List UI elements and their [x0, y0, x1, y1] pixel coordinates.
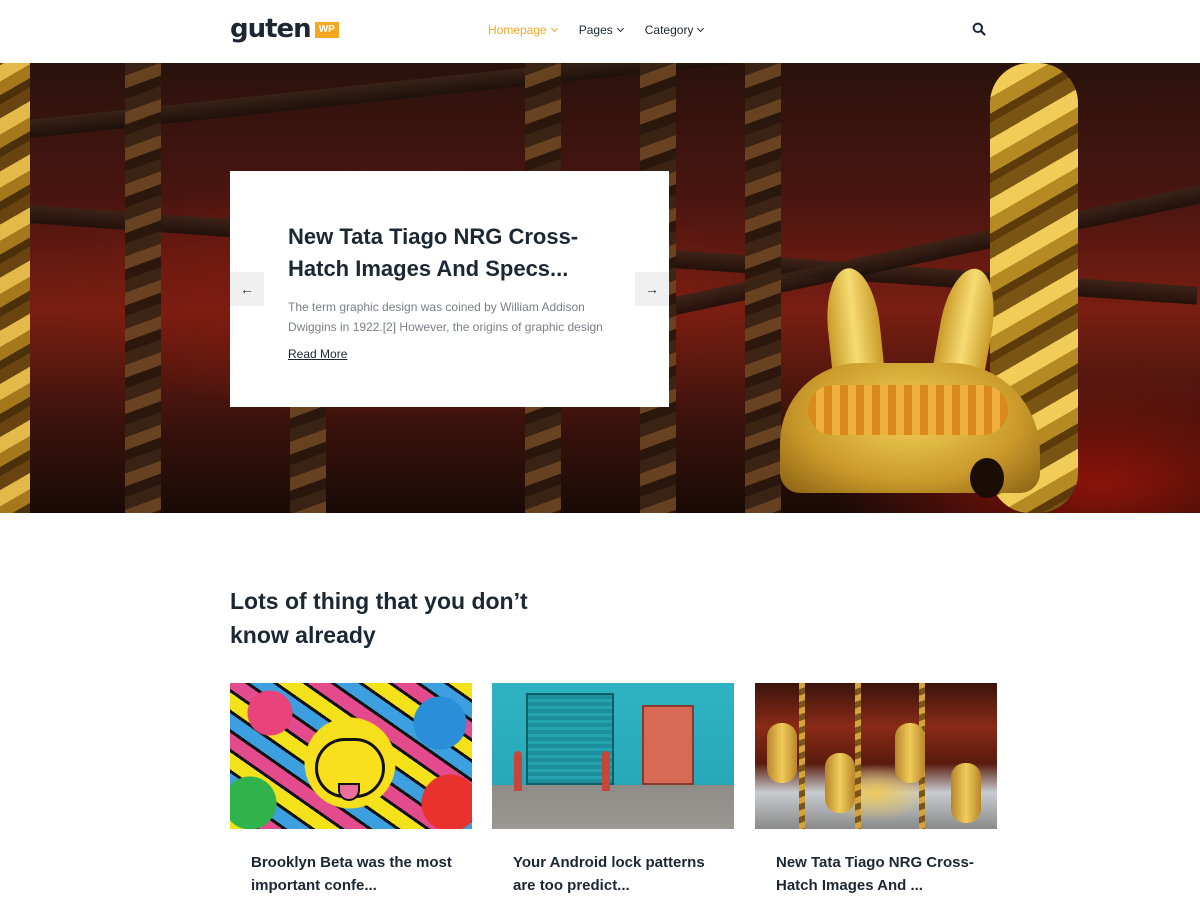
- post-card[interactable]: Your Android lock patterns are too predi…: [492, 683, 734, 897]
- post-thumbnail[interactable]: [492, 683, 734, 829]
- hero-image-decor: [290, 393, 326, 513]
- post-title[interactable]: New Tata Tiago NRG Cross-Hatch Images An…: [755, 851, 997, 897]
- post-thumbnail-decor: [799, 683, 805, 829]
- site-logo[interactable]: guten WP: [230, 14, 339, 44]
- post-thumbnail-decor: [767, 723, 797, 783]
- arrow-left-icon: ←: [240, 281, 254, 297]
- hero-card: New Tata Tiago NRG Cross-Hatch Images An…: [230, 171, 669, 407]
- post-card[interactable]: Brooklyn Beta was the most important con…: [230, 683, 472, 897]
- hero-excerpt: The term graphic design was coined by Wi…: [288, 300, 603, 334]
- nav-item-pages[interactable]: Pages: [578, 22, 624, 38]
- post-thumbnail-decor: [338, 783, 360, 801]
- chevron-down-icon: [697, 24, 705, 33]
- logo-badge: WP: [314, 22, 339, 38]
- search-button[interactable]: [972, 22, 988, 38]
- hero-image-decor: [808, 385, 1008, 435]
- slider-prev-button[interactable]: ←: [230, 272, 264, 306]
- slider-next-button[interactable]: →: [635, 272, 669, 306]
- hero-image-decor: [970, 458, 1004, 498]
- post-thumbnail-decor: [951, 763, 981, 823]
- post-thumbnail-decor: [825, 753, 855, 813]
- nav-item-label: Homepage: [488, 23, 547, 37]
- hero-image-decor: [745, 63, 781, 513]
- post-thumbnail[interactable]: [230, 683, 472, 829]
- post-card[interactable]: New Tata Tiago NRG Cross-Hatch Images An…: [755, 683, 997, 897]
- logo-text: guten: [230, 14, 312, 44]
- nav-item-label: Pages: [578, 23, 613, 37]
- post-thumbnail-decor: [855, 683, 861, 829]
- arrow-right-icon: →: [645, 281, 659, 297]
- post-title[interactable]: Brooklyn Beta was the most important con…: [230, 851, 472, 897]
- post-title[interactable]: Your Android lock patterns are too predi…: [492, 851, 734, 897]
- post-thumbnail-decor: [526, 693, 614, 785]
- post-thumbnail-decor: [895, 723, 925, 783]
- site-header: guten WP Homepage Pages Category: [0, 0, 1200, 62]
- post-thumbnail-decor: [602, 751, 610, 791]
- main-nav: Homepage Pages Category: [488, 22, 705, 38]
- section-title: Lots of thing that you don’t know alread…: [230, 588, 528, 648]
- nav-item-homepage[interactable]: Homepage: [488, 22, 558, 38]
- hero-image-decor: [125, 63, 161, 513]
- chevron-down-icon: [550, 24, 558, 33]
- post-thumbnail-decor: [514, 751, 522, 791]
- search-icon: [972, 22, 986, 36]
- read-more-link[interactable]: Read More: [288, 347, 347, 361]
- hero-title[interactable]: New Tata Tiago NRG Cross-Hatch Images An…: [288, 221, 588, 285]
- nav-item-label: Category: [644, 23, 694, 37]
- post-thumbnail[interactable]: [755, 683, 997, 829]
- hero-image-decor: [598, 167, 1200, 331]
- post-thumbnail-decor: [642, 705, 694, 785]
- chevron-down-icon: [616, 24, 624, 33]
- hero-image-decor: [0, 63, 30, 513]
- nav-item-category[interactable]: Category: [644, 22, 705, 38]
